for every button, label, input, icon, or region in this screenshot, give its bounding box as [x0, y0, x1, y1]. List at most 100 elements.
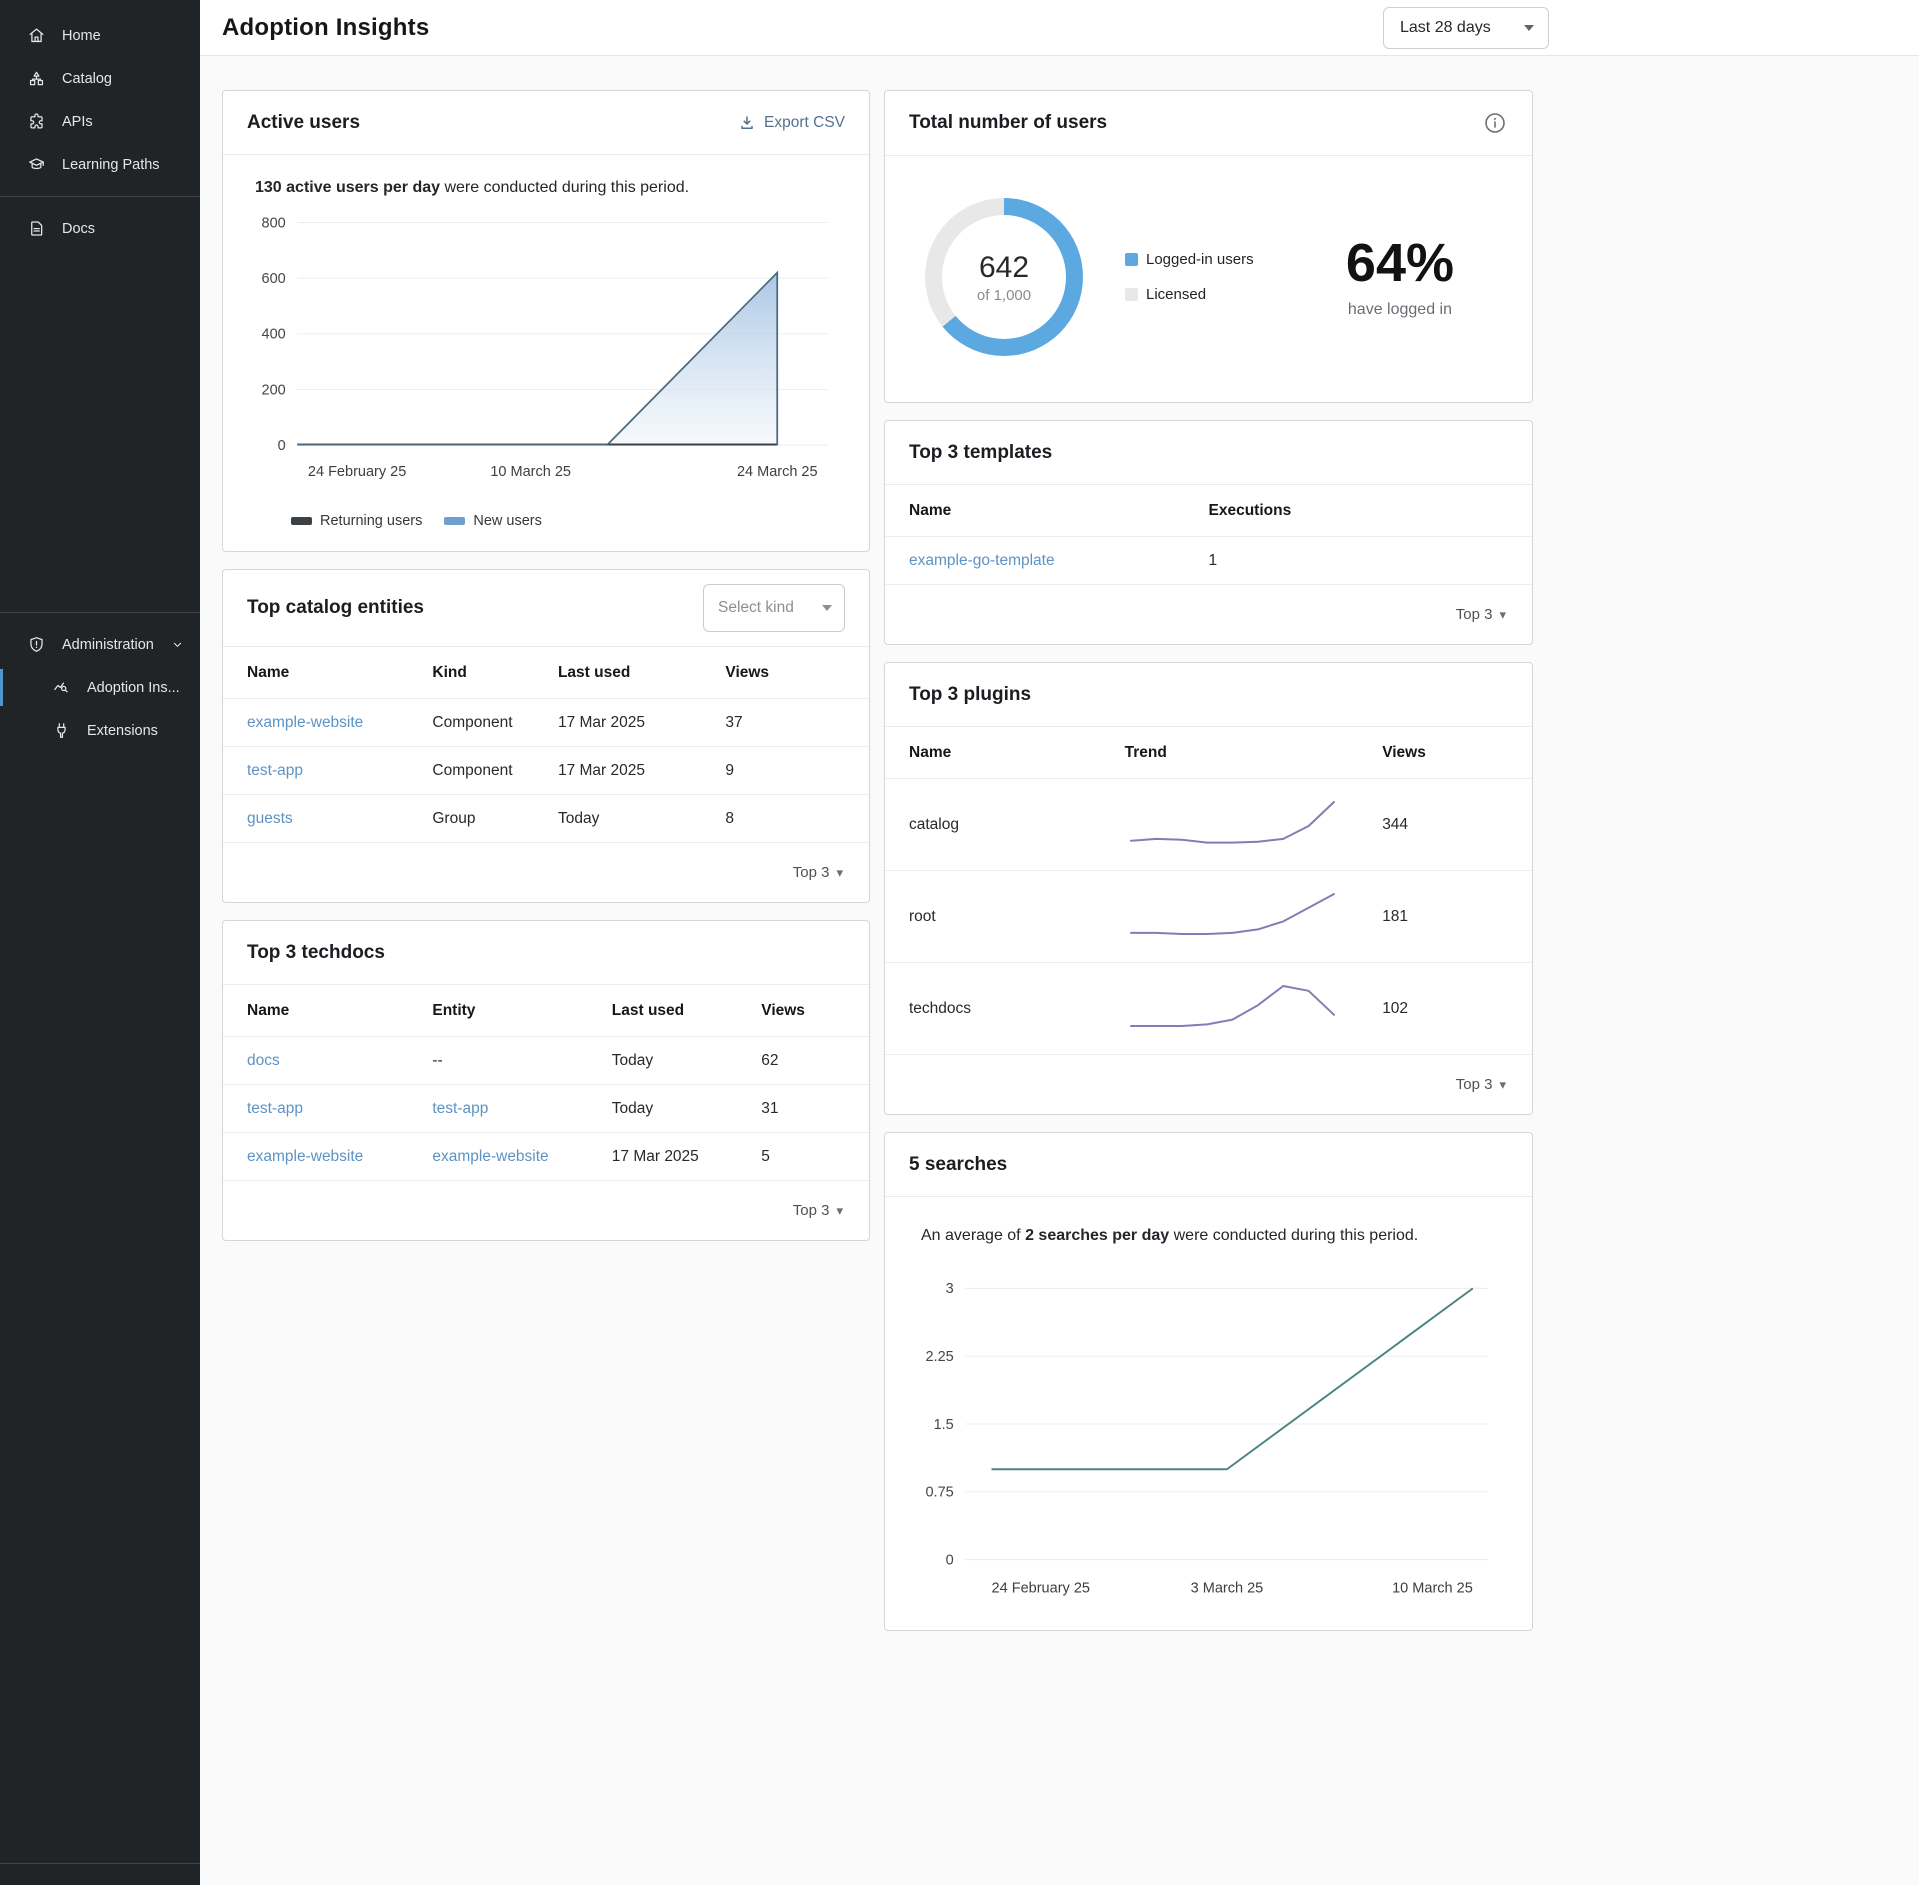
- legend-item: New users: [444, 513, 542, 529]
- svg-text:0: 0: [278, 438, 286, 454]
- active-users-chart: 800600400200024 February 2510 March 2524…: [247, 207, 847, 509]
- sidebar-item-administration[interactable]: Administration: [0, 623, 200, 666]
- trend-sparkline: [1125, 886, 1340, 948]
- percent-value: 64%: [1346, 235, 1454, 292]
- top3-pagination-control[interactable]: Top 3 ▾: [223, 843, 869, 902]
- table-row: root 181: [885, 871, 1532, 963]
- entity-link[interactable]: test-app: [432, 1100, 488, 1117]
- top3-pagination-control[interactable]: Top 3 ▾: [885, 585, 1532, 644]
- active-users-card: Active users Export CSV 130 active users…: [222, 90, 870, 552]
- table-header-row: Name Entity Last used Views: [223, 985, 869, 1037]
- entity-link[interactable]: test-app: [247, 762, 303, 779]
- svg-text:1.5: 1.5: [934, 1417, 954, 1433]
- sidebar-item-label: Catalog: [62, 71, 112, 87]
- date-range-value: Last 28 days: [1400, 19, 1491, 37]
- views-cell: 102: [1382, 1000, 1508, 1018]
- top3-label: Top 3: [793, 864, 830, 881]
- donut-legend: Logged-in users Licensed: [1125, 251, 1254, 303]
- sidebar-item-label: Learning Paths: [62, 157, 160, 173]
- caret-down-icon: [822, 605, 832, 611]
- chevron-down-icon[interactable]: [170, 637, 185, 652]
- date-range-select[interactable]: Last 28 days: [1383, 7, 1549, 49]
- trend-sparkline: [1125, 794, 1340, 856]
- logged-in-swatch: [1125, 253, 1138, 266]
- sidebar-item-learning-paths[interactable]: Learning Paths: [0, 143, 200, 186]
- kind-cell: Group: [432, 810, 558, 828]
- card-title: Top catalog entities: [247, 597, 424, 619]
- column-header: Last used: [612, 1002, 762, 1020]
- sidebar-item-docs[interactable]: Docs: [0, 207, 200, 250]
- last-used-cell: 17 Mar 2025: [558, 714, 725, 732]
- column-header: Name: [909, 502, 1209, 520]
- page-header: Adoption Insights Last 28 days: [200, 0, 1919, 56]
- svg-text:600: 600: [262, 271, 286, 287]
- svg-text:24 March 25: 24 March 25: [737, 464, 818, 480]
- top3-pagination-control[interactable]: Top 3 ▾: [223, 1181, 869, 1240]
- logged-in-donut-chart: 642 of 1,000: [925, 198, 1083, 356]
- table-row: example-go-template 1: [885, 537, 1532, 585]
- export-csv-label: Export CSV: [764, 114, 845, 132]
- sidebar-item-label: APIs: [62, 114, 93, 130]
- api-icon: [27, 112, 46, 131]
- techdoc-link[interactable]: example-website: [247, 1148, 363, 1165]
- entity-link[interactable]: example-website: [432, 1148, 548, 1165]
- shield-icon: [27, 635, 46, 654]
- column-header: Views: [725, 664, 845, 682]
- techdoc-link[interactable]: test-app: [247, 1100, 303, 1117]
- sidebar-item-catalog[interactable]: Catalog: [0, 57, 200, 100]
- active-users-summary: 130 active users per day were conducted …: [255, 179, 845, 197]
- entity-link[interactable]: guests: [247, 810, 293, 827]
- caret-down-icon: [1524, 25, 1534, 31]
- licensed-swatch: [1125, 288, 1138, 301]
- views-cell: 31: [761, 1100, 845, 1118]
- template-link[interactable]: example-go-template: [909, 552, 1055, 569]
- top3-pagination-control[interactable]: Top 3 ▾: [885, 1055, 1532, 1114]
- sidebar-item-adoption-insights[interactable]: Adoption Ins...: [0, 666, 200, 709]
- sidebar-divider: [0, 196, 200, 197]
- donut-center-label: 642 of 1,000: [925, 198, 1083, 356]
- column-header: Last used: [558, 664, 725, 682]
- sidebar-item-label: Administration: [62, 637, 154, 653]
- top-catalog-entities-card: Top catalog entities Select kind Name Ki…: [222, 569, 870, 903]
- table-header-row: Name Trend Views: [885, 727, 1532, 779]
- last-used-cell: 17 Mar 2025: [612, 1148, 762, 1166]
- sidebar-item-label: Home: [62, 28, 101, 44]
- sidebar-item-apis[interactable]: APIs: [0, 100, 200, 143]
- svg-text:2.25: 2.25: [925, 1349, 953, 1365]
- legend-label: Logged-in users: [1146, 251, 1254, 268]
- table-row: guests Group Today 8: [223, 795, 869, 843]
- entity-cell: --: [432, 1052, 611, 1070]
- svg-text:3: 3: [946, 1281, 954, 1297]
- learning-paths-icon: [27, 155, 46, 174]
- techdoc-link[interactable]: docs: [247, 1052, 280, 1069]
- table-row: test-app Component 17 Mar 2025 9: [223, 747, 869, 795]
- sidebar-item-home[interactable]: Home: [0, 14, 200, 57]
- table-row: test-app test-app Today 31: [223, 1085, 869, 1133]
- column-header: Kind: [432, 664, 558, 682]
- svg-text:0.75: 0.75: [925, 1485, 953, 1501]
- export-csv-button[interactable]: Export CSV: [739, 114, 845, 132]
- adoption-insights-icon: [52, 678, 71, 697]
- svg-text:10 March 25: 10 March 25: [1392, 1581, 1473, 1597]
- svg-text:0: 0: [946, 1552, 954, 1568]
- table-row: example-website Component 17 Mar 2025 37: [223, 699, 869, 747]
- column-header: Executions: [1209, 502, 1509, 520]
- searches-card: 5 searches An average of 2 searches per …: [884, 1132, 1533, 1631]
- sidebar-item-extensions[interactable]: Extensions: [0, 709, 200, 752]
- searches-summary: An average of 2 searches per day were co…: [921, 1227, 1508, 1245]
- new-users-swatch: [444, 517, 465, 525]
- select-kind-dropdown[interactable]: Select kind: [703, 584, 845, 632]
- column-header: Name: [909, 744, 1125, 762]
- sidebar-divider: [0, 612, 200, 613]
- legend-label: Licensed: [1146, 286, 1206, 303]
- plugin-name-cell: techdocs: [909, 1000, 1125, 1018]
- card-title: Top 3 templates: [909, 442, 1052, 464]
- legend-item: Logged-in users: [1125, 251, 1254, 268]
- entity-link[interactable]: example-website: [247, 714, 363, 731]
- info-icon[interactable]: [1484, 111, 1508, 135]
- page-title: Adoption Insights: [222, 14, 429, 42]
- searches-chart: 32.251.50.75024 February 253 March 2510 …: [909, 1269, 1510, 1610]
- docs-icon: [27, 219, 46, 238]
- last-used-cell: Today: [612, 1052, 762, 1070]
- svg-text:800: 800: [262, 215, 286, 231]
